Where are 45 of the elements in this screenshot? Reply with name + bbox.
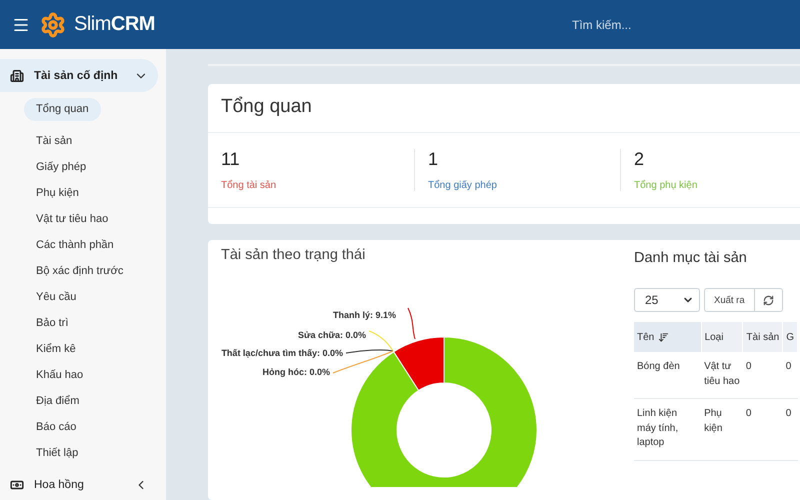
table-cell: 0 bbox=[742, 398, 783, 460]
column-header[interactable]: Loại bbox=[701, 322, 743, 352]
slice-label: Thanh lý: 9.1% bbox=[332, 310, 396, 320]
table-cell: Linh kiện máy tính, laptop bbox=[634, 398, 702, 460]
sidebar-section[interactable]: Tài sản cố định bbox=[0, 59, 158, 92]
slice-label: Hỏng hóc: 0.0% bbox=[262, 367, 330, 377]
export-button[interactable]: Xuất ra bbox=[704, 288, 755, 312]
sidebar-item[interactable]: Giấy phép bbox=[24, 154, 98, 180]
sidebar-item[interactable]: Tổng quan bbox=[24, 98, 101, 121]
chart-title: Tài sản theo trạng thái bbox=[220, 246, 366, 263]
table-cell: 0 bbox=[782, 398, 798, 460]
table-cell: Bóng đèn bbox=[634, 352, 702, 398]
section-title: Danh mục tài sản bbox=[634, 250, 748, 266]
slice-label: Sửa chữa: 0.0% bbox=[298, 330, 366, 340]
column-header[interactable]: G bbox=[782, 322, 798, 352]
stat-label: Tổng giấy phép bbox=[428, 180, 498, 191]
table-cell: Phụ kiện bbox=[701, 398, 743, 460]
sidebar-item[interactable]: Khấu hao bbox=[24, 362, 96, 388]
card-title: Tổng quan bbox=[220, 95, 313, 119]
sidebar-item[interactable]: Các thành phần bbox=[24, 232, 126, 258]
stat-value: 1 bbox=[428, 149, 440, 170]
stat-value: 11 bbox=[221, 149, 241, 170]
sidebar-item[interactable]: Bảo trì bbox=[24, 310, 80, 336]
slice-label: Thất lạc/chưa tìm thấy: 0.0% bbox=[221, 348, 343, 358]
sidebar-item[interactable]: Phụ kiện bbox=[24, 180, 91, 206]
sidebar-item[interactable]: Tài sản bbox=[24, 128, 84, 154]
column-header[interactable]: Tài sản bbox=[742, 322, 783, 352]
table-cell: 0 bbox=[742, 352, 783, 398]
stat-label: Tổng tài sản bbox=[221, 180, 278, 191]
sidebar-item[interactable]: Bộ xác định trước bbox=[24, 258, 136, 284]
sidebar-item[interactable]: Kiểm kê bbox=[24, 336, 88, 362]
brand-logo: SlimCRM bbox=[74, 13, 155, 36]
sidebar-item[interactable]: Báo cáo bbox=[24, 414, 88, 440]
sidebar-item[interactable]: Địa điểm bbox=[24, 388, 92, 414]
table-cell: 0 bbox=[782, 352, 798, 398]
stat-value: 2 bbox=[634, 149, 646, 170]
column-header[interactable]: Tên bbox=[634, 322, 702, 352]
sidebar-item[interactable]: Vật tư tiêu hao bbox=[24, 206, 120, 232]
sidebar-item[interactable]: Yêu cầu bbox=[24, 284, 88, 310]
table-cell: Vật tư tiêu hao bbox=[701, 352, 743, 398]
search-field[interactable]: Tìm kiếm... bbox=[570, 16, 680, 32]
sidebar-item[interactable]: Thiết lập bbox=[24, 440, 90, 466]
page-size-select[interactable]: 25 bbox=[634, 288, 700, 312]
sidebar-section[interactable]: Hoa hồng bbox=[0, 468, 158, 500]
stat-label: Tổng phụ kiện bbox=[634, 180, 698, 191]
